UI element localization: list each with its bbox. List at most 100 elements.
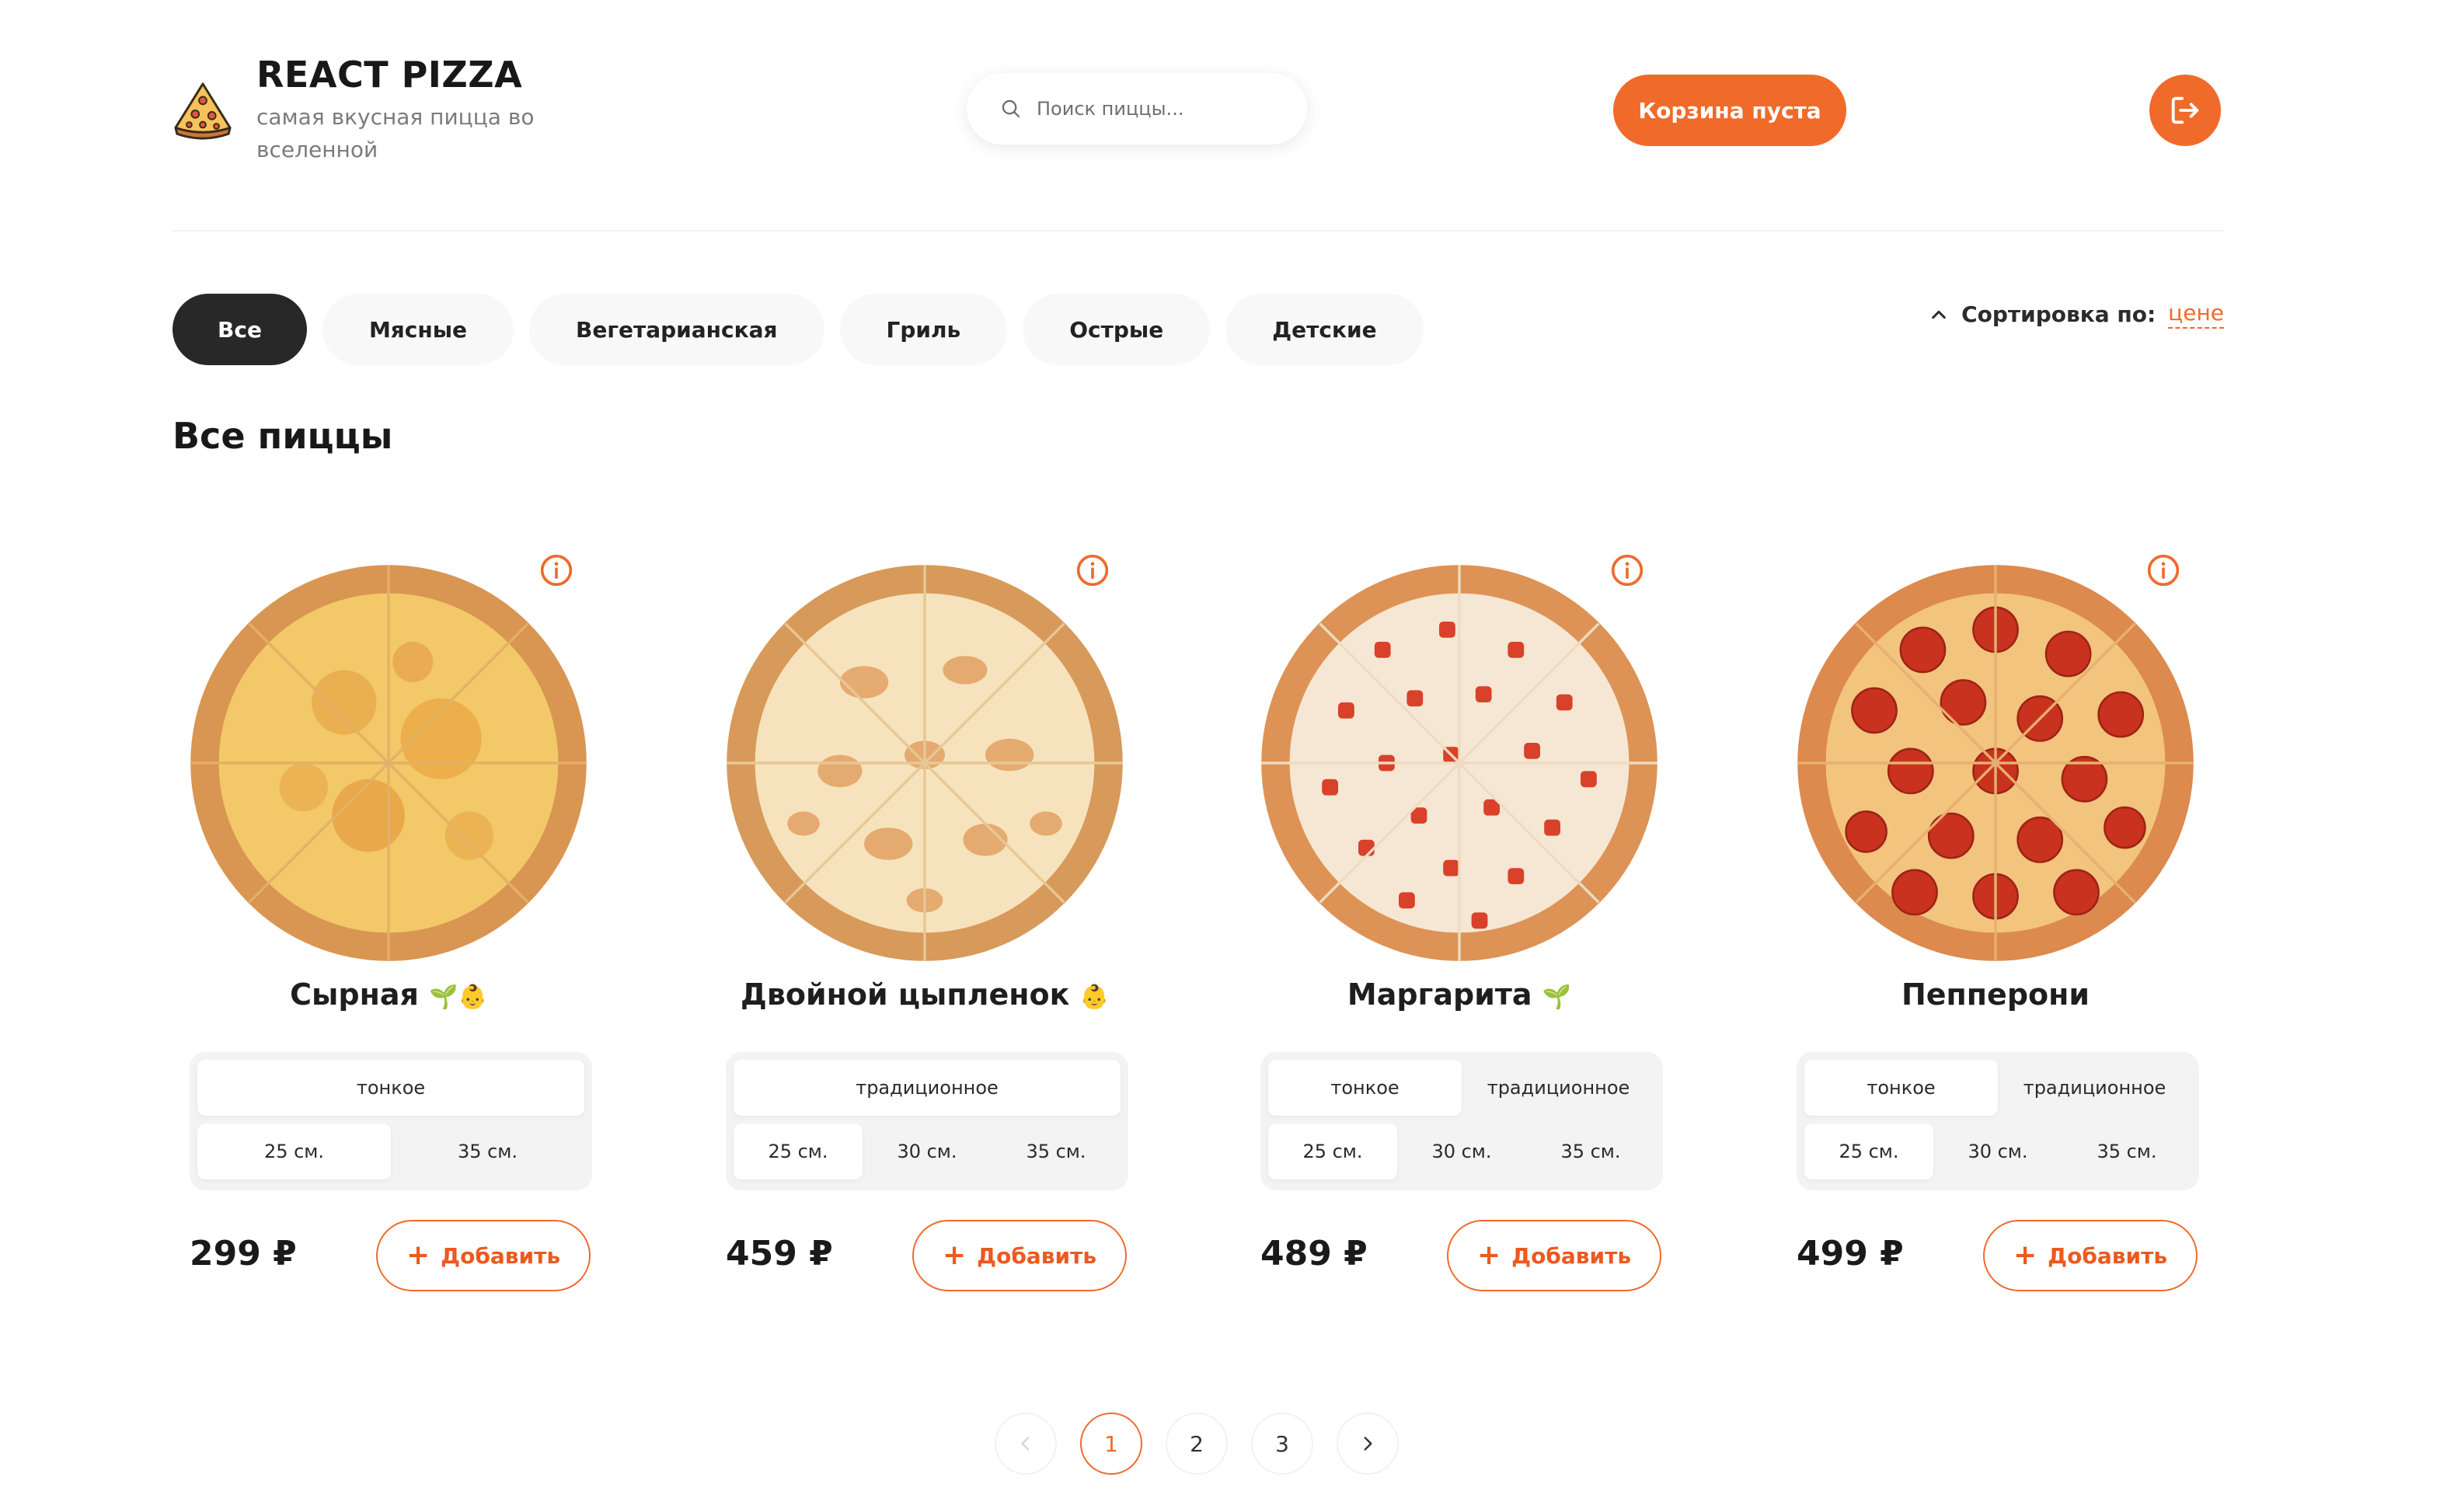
next-page-button[interactable] xyxy=(1337,1413,1399,1475)
search-box[interactable] xyxy=(967,73,1307,145)
add-to-cart-button[interactable]: + Добавить xyxy=(1447,1220,1661,1291)
chevron-left-icon xyxy=(1021,1437,1030,1451)
dough-options: тонкое традиционное xyxy=(1268,1060,1655,1116)
page-button-2[interactable]: 2 xyxy=(1166,1413,1228,1475)
size-option[interactable]: 30 см. xyxy=(1933,1124,2062,1179)
brand-subtitle: самая вкусная пицца во вселенной xyxy=(256,104,535,162)
sort-value[interactable]: цене xyxy=(2168,300,2224,329)
pizza-title: Двойной цыпленок 👶 xyxy=(709,977,1141,1012)
pizza-price: 459 ₽ xyxy=(726,1234,833,1273)
pizza-badges: 🌱 xyxy=(1542,984,1572,1011)
size-options: 25 см. 35 см. xyxy=(197,1124,584,1179)
info-icon[interactable] xyxy=(539,553,573,587)
pizza-badges: 👶 xyxy=(1079,984,1109,1011)
pizza-image xyxy=(1261,565,1657,961)
pizza-title: Сырная 🌱👶 xyxy=(173,977,605,1012)
info-icon[interactable] xyxy=(2146,553,2180,587)
pizza-badges: 🌱👶 xyxy=(429,984,487,1011)
add-to-cart-button[interactable]: + Добавить xyxy=(1983,1220,2198,1291)
pizza-options: тонкое традиционное 25 см. 30 см. 35 см. xyxy=(1797,1052,2199,1190)
pizza-image xyxy=(727,565,1123,961)
pizza-title: Пепперони xyxy=(1779,977,2212,1012)
dough-option[interactable]: тонкое xyxy=(1804,1060,1998,1116)
pizza-card: Двойной цыпленок 👶 традиционное 25 см. 3… xyxy=(709,547,1141,1308)
header: REACT PIZZA самая вкусная пицца во вселе… xyxy=(173,47,2224,233)
sort-label: Сортировка по: xyxy=(1961,301,2156,327)
brand-title: REACT PIZZA xyxy=(256,54,523,96)
pizza-price: 489 ₽ xyxy=(1260,1234,1368,1273)
plus-icon: + xyxy=(942,1239,967,1271)
chevron-right-icon xyxy=(1364,1437,1372,1451)
add-to-cart-button[interactable]: + Добавить xyxy=(376,1220,591,1291)
pizza-card: Маргарита 🌱 тонкое традиционное 25 см. 3… xyxy=(1243,547,1675,1308)
pizza-image xyxy=(1797,565,2194,961)
size-option[interactable]: 25 см. xyxy=(1268,1124,1397,1179)
plus-icon: + xyxy=(406,1239,430,1271)
pizza-image xyxy=(190,565,587,961)
page-button-1[interactable]: 1 xyxy=(1080,1413,1142,1475)
logout-button[interactable] xyxy=(2149,75,2221,146)
category-all[interactable]: Все xyxy=(173,294,307,365)
sort-control[interactable]: Сортировка по: цене xyxy=(1930,300,2224,329)
category-vegetarian[interactable]: Вегетарианская xyxy=(529,294,824,365)
chevron-up-icon xyxy=(1932,310,1946,319)
prev-page-button[interactable] xyxy=(995,1413,1057,1475)
category-spicy[interactable]: Острые xyxy=(1023,294,1211,365)
info-icon[interactable] xyxy=(1610,553,1644,587)
search-icon xyxy=(1002,99,1020,118)
pizza-slice-icon xyxy=(174,82,232,140)
pizza-card: Пепперони тонкое традиционное 25 см. 30 … xyxy=(1779,547,2212,1308)
cart-button[interactable]: Корзина пуста xyxy=(1613,75,1846,146)
section-title: Все пиццы xyxy=(173,415,393,457)
add-label: Добавить xyxy=(977,1242,1097,1269)
pizza-price: 499 ₽ xyxy=(1797,1234,1904,1273)
size-option[interactable]: 35 см. xyxy=(1526,1124,1655,1179)
size-option[interactable]: 35 см. xyxy=(391,1124,584,1179)
dough-option[interactable]: традиционное xyxy=(1998,1060,2191,1116)
pagination: 1 2 3 xyxy=(995,1413,1422,1475)
size-option[interactable]: 25 см. xyxy=(1804,1124,1933,1179)
info-icon[interactable] xyxy=(1075,553,1110,587)
plus-icon: + xyxy=(2013,1239,2037,1271)
size-option[interactable]: 35 см. xyxy=(2062,1124,2191,1179)
pizza-grid: Сырная 🌱👶 тонкое 25 см. 35 см. 299 ₽ + Д… xyxy=(173,547,2224,1308)
size-options: 25 см. 30 см. 35 см. xyxy=(734,1124,1121,1179)
search-input[interactable] xyxy=(1037,98,1285,120)
dough-options: тонкое xyxy=(197,1060,584,1116)
size-options: 25 см. 30 см. 35 см. xyxy=(1268,1124,1655,1179)
pizza-title: Маргарита 🌱 xyxy=(1243,977,1675,1012)
categories: Все Мясные Вегетарианская Гриль Острые Д… xyxy=(173,294,1439,365)
pizza-options: тонкое 25 см. 35 см. xyxy=(190,1052,592,1190)
logout-icon xyxy=(2171,96,2199,124)
dough-option[interactable]: тонкое xyxy=(197,1060,584,1116)
header-divider xyxy=(173,230,2224,232)
pizza-options: традиционное 25 см. 30 см. 35 см. xyxy=(726,1052,1128,1190)
pizza-card: Сырная 🌱👶 тонкое 25 см. 35 см. 299 ₽ + Д… xyxy=(173,547,605,1308)
plus-icon: + xyxy=(1476,1239,1501,1271)
size-options: 25 см. 30 см. 35 см. xyxy=(1804,1124,2191,1179)
pizza-name: Сырная xyxy=(290,977,419,1012)
dough-options: традиционное xyxy=(734,1060,1121,1116)
size-option[interactable]: 25 см. xyxy=(197,1124,391,1179)
add-to-cart-button[interactable]: + Добавить xyxy=(912,1220,1127,1291)
category-kids[interactable]: Детские xyxy=(1225,294,1424,365)
category-meat[interactable]: Мясные xyxy=(322,294,514,365)
dough-option[interactable]: традиционное xyxy=(734,1060,1121,1116)
page-button-3[interactable]: 3 xyxy=(1251,1413,1313,1475)
add-label: Добавить xyxy=(441,1242,561,1269)
category-grill[interactable]: Гриль xyxy=(839,294,1008,365)
pizza-name: Пепперони xyxy=(1901,977,2090,1012)
pizza-name: Маргарита xyxy=(1347,977,1532,1012)
size-option[interactable]: 30 см. xyxy=(1397,1124,1526,1179)
pizza-name: Двойной цыпленок xyxy=(741,977,1070,1012)
add-label: Добавить xyxy=(2048,1242,2168,1269)
pizza-price: 299 ₽ xyxy=(190,1234,297,1273)
dough-options: тонкое традиционное xyxy=(1804,1060,2191,1116)
dough-option[interactable]: традиционное xyxy=(1462,1060,1655,1116)
dough-option[interactable]: тонкое xyxy=(1268,1060,1462,1116)
size-option[interactable]: 25 см. xyxy=(734,1124,863,1179)
size-option[interactable]: 30 см. xyxy=(863,1124,992,1179)
pizza-options: тонкое традиционное 25 см. 30 см. 35 см. xyxy=(1260,1052,1663,1190)
size-option[interactable]: 35 см. xyxy=(992,1124,1121,1179)
logo[interactable]: REACT PIZZA самая вкусная пицца во вселе… xyxy=(173,53,567,166)
